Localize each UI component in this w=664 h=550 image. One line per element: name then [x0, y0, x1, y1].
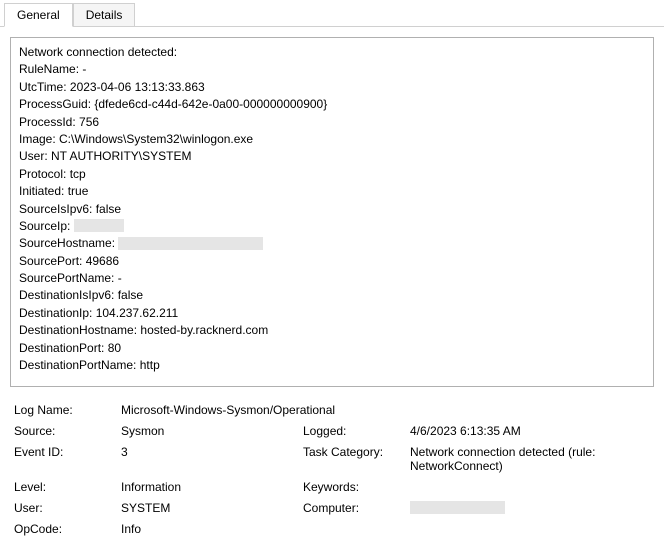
event-field-row: Image: C:\Windows\System32\winlogon.exe	[19, 131, 645, 148]
event-field-row: User: NT AUTHORITY\SYSTEM	[19, 148, 645, 165]
log-name-label: Log Name:	[14, 403, 119, 417]
level-value: Information	[121, 480, 301, 494]
event-field-row: SourcePort: 49686	[19, 253, 645, 270]
user-label: User:	[14, 501, 119, 515]
tab-general[interactable]: General	[4, 3, 73, 27]
event-field-row: SourceIsIpv6: false	[19, 201, 645, 218]
event-id-label: Event ID:	[14, 445, 119, 473]
logged-label: Logged:	[303, 424, 408, 438]
source-label: Source:	[14, 424, 119, 438]
event-field-row: DestinationHostname: hosted-by.racknerd.…	[19, 322, 645, 339]
user-value: SYSTEM	[121, 501, 301, 515]
event-field-row: ProcessGuid: {dfede6cd-c44d-642e-0a00-00…	[19, 96, 645, 113]
tab-bar: General Details	[0, 0, 664, 27]
event-title: Network connection detected:	[19, 44, 645, 61]
event-field-row: SourceIp:	[19, 218, 645, 235]
computer-redacted	[410, 501, 505, 514]
event-field-row: DestinationIp: 104.237.62.211	[19, 305, 645, 322]
keywords-label: Keywords:	[303, 480, 408, 494]
task-category-label: Task Category:	[303, 445, 408, 473]
redacted-value	[74, 219, 124, 232]
computer-value	[410, 501, 650, 515]
event-lines: RuleName: -UtcTime: 2023-04-06 13:13:33.…	[19, 61, 645, 374]
event-message-box[interactable]: Network connection detected: RuleName: -…	[10, 37, 654, 387]
opcode-value: Info	[121, 522, 301, 536]
computer-label: Computer:	[303, 501, 408, 515]
log-name-value: Microsoft-Windows-Sysmon/Operational	[121, 403, 650, 417]
tab-details[interactable]: Details	[73, 3, 136, 27]
event-field-row: DestinationPort: 80	[19, 340, 645, 357]
event-field-row: SourcePortName: -	[19, 270, 645, 287]
event-field-row: ProcessId: 756	[19, 114, 645, 131]
opcode-label: OpCode:	[14, 522, 119, 536]
event-field-row: DestinationPortName: http	[19, 357, 645, 374]
keywords-value	[410, 480, 650, 494]
event-id-value: 3	[121, 445, 301, 473]
task-category-value: Network connection detected (rule: Netwo…	[410, 445, 650, 473]
event-field-row: Protocol: tcp	[19, 166, 645, 183]
level-label: Level:	[14, 480, 119, 494]
general-panel: Network connection detected: RuleName: -…	[0, 27, 664, 550]
event-metadata: Log Name: Microsoft-Windows-Sysmon/Opera…	[10, 387, 654, 540]
event-field-row: UtcTime: 2023-04-06 13:13:33.863	[19, 79, 645, 96]
redacted-value	[118, 237, 263, 250]
logged-value: 4/6/2023 6:13:35 AM	[410, 424, 650, 438]
event-field-row: DestinationIsIpv6: false	[19, 287, 645, 304]
event-field-row: RuleName: -	[19, 61, 645, 78]
source-value: Sysmon	[121, 424, 301, 438]
event-field-row: Initiated: true	[19, 183, 645, 200]
event-field-row: SourceHostname:	[19, 235, 645, 252]
